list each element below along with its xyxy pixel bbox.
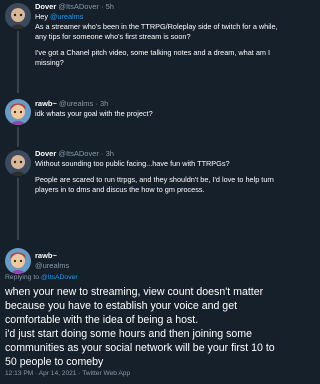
tweet-text: idk whats your goal with the project? <box>35 109 153 118</box>
user-handle[interactable]: @ItsADover <box>58 2 99 11</box>
avatar[interactable] <box>5 99 31 125</box>
separator: · <box>93 99 100 108</box>
timestamp[interactable]: 3h <box>100 99 108 108</box>
thread-line <box>17 127 19 147</box>
tweet-header: Dover @ItsADover · 5h <box>35 2 281 12</box>
tweet-text: People are scared to run ttrpgs, and the… <box>35 175 274 194</box>
replying-mention[interactable]: @ItsADover <box>41 274 78 281</box>
main-tweet-text: i'd just start doing some hours and then… <box>5 328 275 368</box>
user-handle[interactable]: @urealms <box>35 261 281 271</box>
tweet-text: Hey @urealms <box>35 12 281 22</box>
display-name[interactable]: Dover <box>35 149 56 158</box>
display-name[interactable]: rawb~ <box>35 251 281 261</box>
tweet-text: I've got a Chanel pitch video, some talk… <box>35 48 271 67</box>
user-handle[interactable]: @urealms <box>59 99 93 108</box>
separator: · <box>98 2 106 11</box>
tweet-header: rawb~ @urealms · 3h <box>35 99 281 109</box>
thread-line <box>17 178 19 240</box>
replying-label: Replying to <box>5 274 41 281</box>
avatar[interactable] <box>5 248 31 274</box>
separator: · <box>98 149 106 158</box>
tweet-thread: Dover @ItsADover · 5h Hey @urealms As a … <box>0 0 287 384</box>
tweet-timestamp-footer[interactable]: 12:13 PM · Apr 14, 2021 · Twitter Web Ap… <box>5 370 130 377</box>
replying-to: Replying to @ItsADover <box>5 274 78 281</box>
tweet-text: As a streamer who's been in the TTRPG/Ro… <box>35 22 278 41</box>
greeting: Hey <box>35 12 51 21</box>
mention-link[interactable]: @urealms <box>50 12 83 21</box>
timestamp[interactable]: 3h <box>106 149 114 158</box>
thread-line <box>17 31 19 93</box>
avatar[interactable] <box>5 3 31 29</box>
avatar[interactable] <box>5 150 31 176</box>
display-name[interactable]: Dover <box>35 2 56 11</box>
main-tweet-text: when your new to streaming, view count d… <box>5 286 264 326</box>
timestamp[interactable]: 5h <box>106 2 114 11</box>
display-name[interactable]: rawb~ <box>35 99 57 108</box>
tweet-text: Without sounding too public facing...hav… <box>35 159 230 168</box>
tweet-header: Dover @ItsADover · 3h <box>35 149 281 159</box>
user-handle[interactable]: @ItsADover <box>58 149 99 158</box>
